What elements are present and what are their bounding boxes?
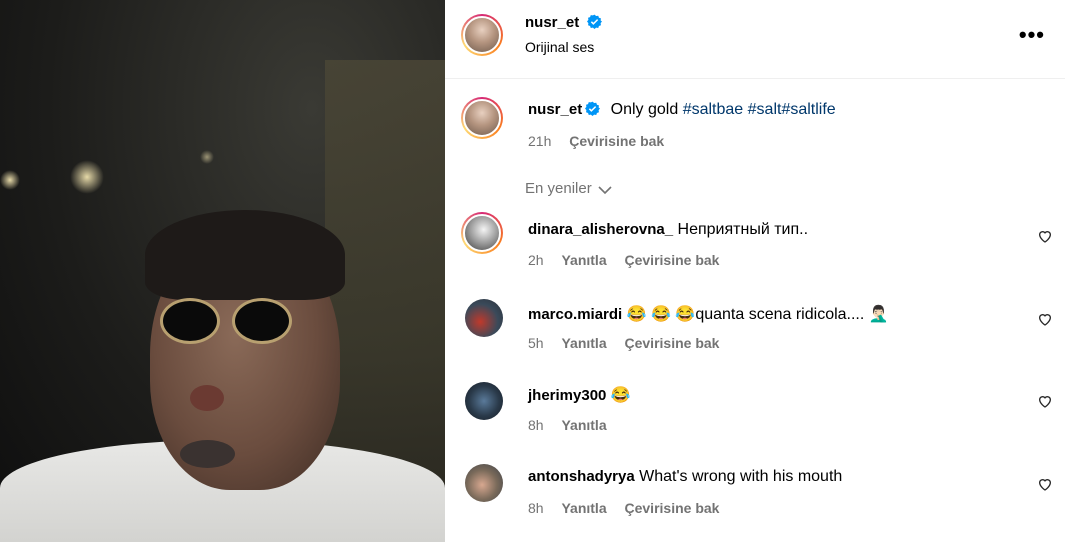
- background-light: [200, 150, 214, 164]
- comment-text: Неприятный тип..: [677, 221, 809, 238]
- sunglasses-left-lens: [160, 298, 220, 344]
- person-mouth: [190, 385, 224, 411]
- author-username[interactable]: nusr_et: [525, 14, 579, 31]
- background-light: [0, 170, 20, 190]
- verified-badge-icon: [585, 101, 601, 116]
- hashtag-link[interactable]: #saltbae: [683, 101, 744, 118]
- commenter-avatar[interactable]: [465, 382, 503, 420]
- caption-meta: 21h Çevirisine bak: [528, 133, 664, 149]
- caption-text: Only gold: [610, 101, 679, 118]
- chevron-down-icon: [598, 186, 612, 195]
- comment-text: What's wrong with his mouth: [639, 468, 843, 485]
- translate-link[interactable]: Çevirisine bak: [625, 252, 720, 268]
- comment-meta: 8h Yanıtla Çevirisine bak: [528, 500, 719, 516]
- person-beard: [180, 440, 235, 468]
- comment-text: 😂: [610, 387, 631, 404]
- comment-meta: 8h Yanıtla: [528, 417, 607, 433]
- comments-panel: nusr_et Orijinal ses ••• nusr_et Only go…: [445, 0, 1065, 542]
- post-media[interactable]: [0, 0, 445, 542]
- person-hair: [145, 210, 345, 300]
- reply-button[interactable]: Yanıtla: [561, 500, 606, 516]
- audio-label[interactable]: Orijinal ses: [525, 39, 594, 55]
- post-caption: nusr_et Only gold #saltbae #salt#saltlif…: [528, 101, 836, 119]
- verified-badge-icon: [586, 14, 602, 29]
- comment-time[interactable]: 8h: [528, 500, 544, 516]
- sort-dropdown[interactable]: En yeniler: [525, 180, 612, 197]
- heart-icon[interactable]: [1037, 393, 1053, 409]
- comment-time[interactable]: 8h: [528, 417, 544, 433]
- sunglasses-right-lens: [232, 298, 292, 344]
- comment-text: 😂 😂 😂quanta scena ridicola.... 🤦🏻‍♂️: [626, 306, 889, 323]
- commenter-avatar[interactable]: [465, 464, 503, 502]
- commenter-username[interactable]: jherimy300: [528, 387, 606, 404]
- hashtag-link[interactable]: #salt: [748, 101, 782, 118]
- caption-time[interactable]: 21h: [528, 133, 551, 149]
- caption-username[interactable]: nusr_et: [528, 101, 582, 118]
- heart-icon[interactable]: [1037, 228, 1053, 244]
- translate-link[interactable]: Çevirisine bak: [625, 500, 720, 516]
- post-header: nusr_et Orijinal ses •••: [445, 0, 1065, 79]
- comment-meta: 2h Yanıtla Çevirisine bak: [528, 252, 719, 268]
- comment-time[interactable]: 5h: [528, 335, 544, 351]
- reply-button[interactable]: Yanıtla: [561, 335, 606, 351]
- translate-link[interactable]: Çevirisine bak: [569, 133, 664, 149]
- reply-button[interactable]: Yanıtla: [561, 252, 606, 268]
- sort-label: En yeniler: [525, 180, 592, 197]
- hashtag-link[interactable]: #saltlife: [781, 101, 835, 118]
- translate-link[interactable]: Çevirisine bak: [625, 335, 720, 351]
- commenter-username[interactable]: marco.miardi: [528, 306, 622, 323]
- commenter-username[interactable]: antonshadyrya: [528, 468, 635, 485]
- caption-avatar[interactable]: [461, 97, 503, 139]
- heart-icon[interactable]: [1037, 476, 1053, 492]
- commenter-avatar[interactable]: [461, 212, 503, 254]
- background-light: [70, 160, 104, 194]
- comment-time[interactable]: 2h: [528, 252, 544, 268]
- commenter-username[interactable]: dinara_alisherovna_: [528, 221, 673, 238]
- author-avatar[interactable]: [461, 14, 503, 56]
- heart-icon[interactable]: [1037, 311, 1053, 327]
- commenter-avatar[interactable]: [465, 299, 503, 337]
- comment-meta: 5h Yanıtla Çevirisine bak: [528, 335, 719, 351]
- reply-button[interactable]: Yanıtla: [561, 417, 606, 433]
- more-options-icon[interactable]: •••: [1019, 22, 1045, 48]
